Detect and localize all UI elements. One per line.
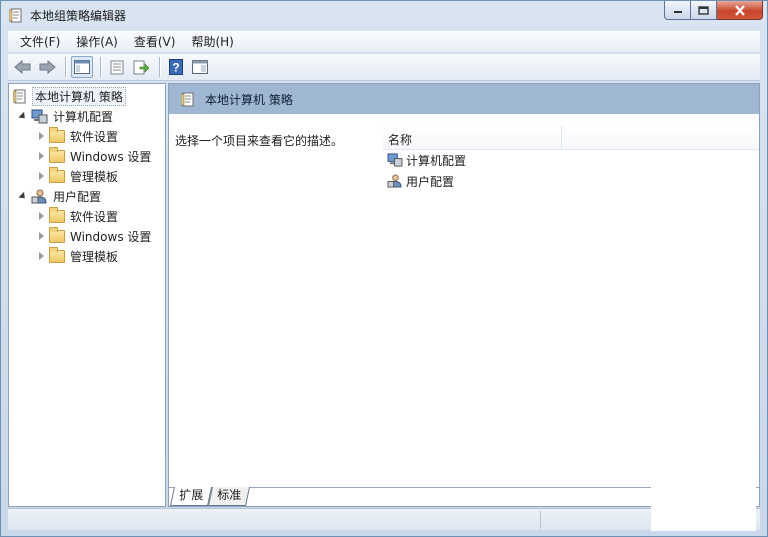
tree-item-label: 用户配置 [53, 189, 102, 204]
detail-header-title: 本地计算机 策略 [205, 92, 293, 107]
status-bar [8, 508, 760, 530]
tree-pane[interactable]: 本地计算机 策略 计算机配置 软件设置 Windows 设置 管理模板 用户配置 [8, 83, 166, 507]
tab-extended[interactable]: 扩展 [169, 487, 213, 506]
tree-item-user-config[interactable]: 用户配置 [18, 187, 102, 205]
toolbar-separator [65, 57, 66, 77]
minimize-button[interactable] [664, 1, 691, 20]
detail-header: 本地计算机 策略 [169, 84, 759, 114]
svg-text:?: ? [172, 61, 179, 75]
list-item-computer-config[interactable]: 计算机配置 [387, 151, 466, 169]
list-item-label: 用户配置 [406, 174, 455, 189]
forward-icon [39, 60, 56, 74]
properties-icon [110, 60, 124, 74]
menu-bar: 文件(F) 操作(A) 查看(V) 帮助(H) [8, 31, 760, 53]
toolbar-separator [100, 57, 101, 77]
minimize-icon [673, 11, 682, 13]
list-item-user-config[interactable]: 用户配置 [387, 172, 454, 190]
menu-action[interactable]: 操作(A) [68, 31, 126, 53]
tree-item-computer-admin-templates[interactable]: 管理模板 [39, 166, 119, 185]
policy-document-icon [13, 89, 26, 103]
user-icon [31, 189, 47, 203]
collapsed-arrow-icon[interactable] [39, 132, 44, 140]
expanded-arrow-icon[interactable] [18, 191, 28, 201]
tree-item-label: 本地计算机 策略 [32, 86, 126, 106]
tree-item-label: 管理模板 [70, 249, 119, 264]
tree-item-user-admin-templates[interactable]: 管理模板 [39, 246, 119, 265]
list-item-label: 计算机配置 [406, 153, 467, 168]
tree-item-computer-software[interactable]: 软件设置 [39, 126, 119, 145]
toolbar-separator [159, 57, 160, 77]
folder-icon [49, 166, 65, 183]
user-icon [387, 174, 402, 188]
tree-item-label: 软件设置 [70, 209, 119, 224]
collapsed-arrow-icon[interactable] [39, 232, 44, 240]
tab-label: 扩展 [179, 488, 204, 502]
blank-overlay [651, 485, 756, 531]
tree-item-label: Windows 设置 [70, 229, 152, 244]
menu-file[interactable]: 文件(F) [12, 31, 68, 53]
tree-item-label: 软件设置 [70, 129, 119, 144]
description-text: 选择一个项目来查看它的描述。 [175, 134, 344, 148]
tree-item-root[interactable]: 本地计算机 策略 [13, 86, 126, 106]
tab-standard[interactable]: 标准 [207, 487, 251, 506]
caption-buttons [664, 1, 763, 21]
forward-button[interactable] [36, 56, 58, 78]
policy-document-icon [181, 92, 194, 106]
tree-item-computer-windows[interactable]: Windows 设置 [39, 146, 152, 165]
folder-icon [49, 206, 65, 223]
help-button[interactable]: ? [165, 56, 187, 78]
column-header-name[interactable]: 名称 [388, 131, 412, 148]
collapsed-arrow-icon[interactable] [39, 252, 44, 260]
toolbar: ? [8, 54, 760, 81]
close-icon [734, 4, 745, 16]
tree-item-label: 管理模板 [70, 169, 119, 184]
collapsed-arrow-icon[interactable] [39, 212, 44, 220]
window-title: 本地组策略编辑器 [30, 9, 127, 23]
title-bar[interactable]: 本地组策略编辑器 [1, 1, 767, 30]
menu-help[interactable]: 帮助(H) [183, 31, 241, 53]
collapsed-arrow-icon[interactable] [39, 172, 44, 180]
tree-item-user-windows[interactable]: Windows 设置 [39, 226, 152, 245]
show-action-pane-icon [192, 60, 208, 74]
maximize-icon [698, 5, 709, 15]
tree-item-label: 计算机配置 [53, 109, 114, 124]
export-list-icon [133, 60, 149, 74]
tree-item-user-software[interactable]: 软件设置 [39, 206, 119, 225]
folder-icon [49, 146, 65, 163]
show-action-pane-button[interactable] [189, 56, 211, 78]
items-list[interactable]: 名称 计算机配置 用户配置 [383, 116, 759, 486]
expanded-arrow-icon[interactable] [18, 111, 28, 121]
menu-view[interactable]: 查看(V) [126, 31, 184, 53]
mmc-window: 本地组策略编辑器 文件(F) 操作(A) 查看(V) 帮助(H) ? 本地计算机… [0, 0, 768, 537]
computer-icon [387, 153, 403, 167]
back-button[interactable] [12, 56, 34, 78]
help-icon: ? [169, 59, 183, 75]
show-tree-button[interactable] [71, 56, 93, 78]
tree-item-label: Windows 设置 [70, 149, 152, 164]
list-header: 名称 [383, 126, 759, 150]
properties-button[interactable] [106, 56, 128, 78]
collapsed-arrow-icon[interactable] [39, 152, 44, 160]
folder-icon [49, 226, 65, 243]
show-tree-icon [74, 60, 90, 74]
computer-icon [31, 109, 48, 123]
folder-icon [49, 246, 65, 263]
column-separator[interactable] [561, 126, 562, 150]
policy-document-icon [9, 8, 22, 23]
maximize-button[interactable] [691, 1, 717, 20]
detail-pane: 本地计算机 策略 选择一个项目来查看它的描述。 名称 计算机配置 用户配置 扩展… [168, 83, 760, 507]
tab-label: 标准 [217, 488, 242, 502]
tree-item-computer-config[interactable]: 计算机配置 [18, 107, 114, 125]
close-button[interactable] [717, 1, 763, 20]
folder-icon [49, 126, 65, 143]
export-list-button[interactable] [130, 56, 152, 78]
status-separator [540, 511, 541, 529]
back-icon [14, 60, 31, 74]
